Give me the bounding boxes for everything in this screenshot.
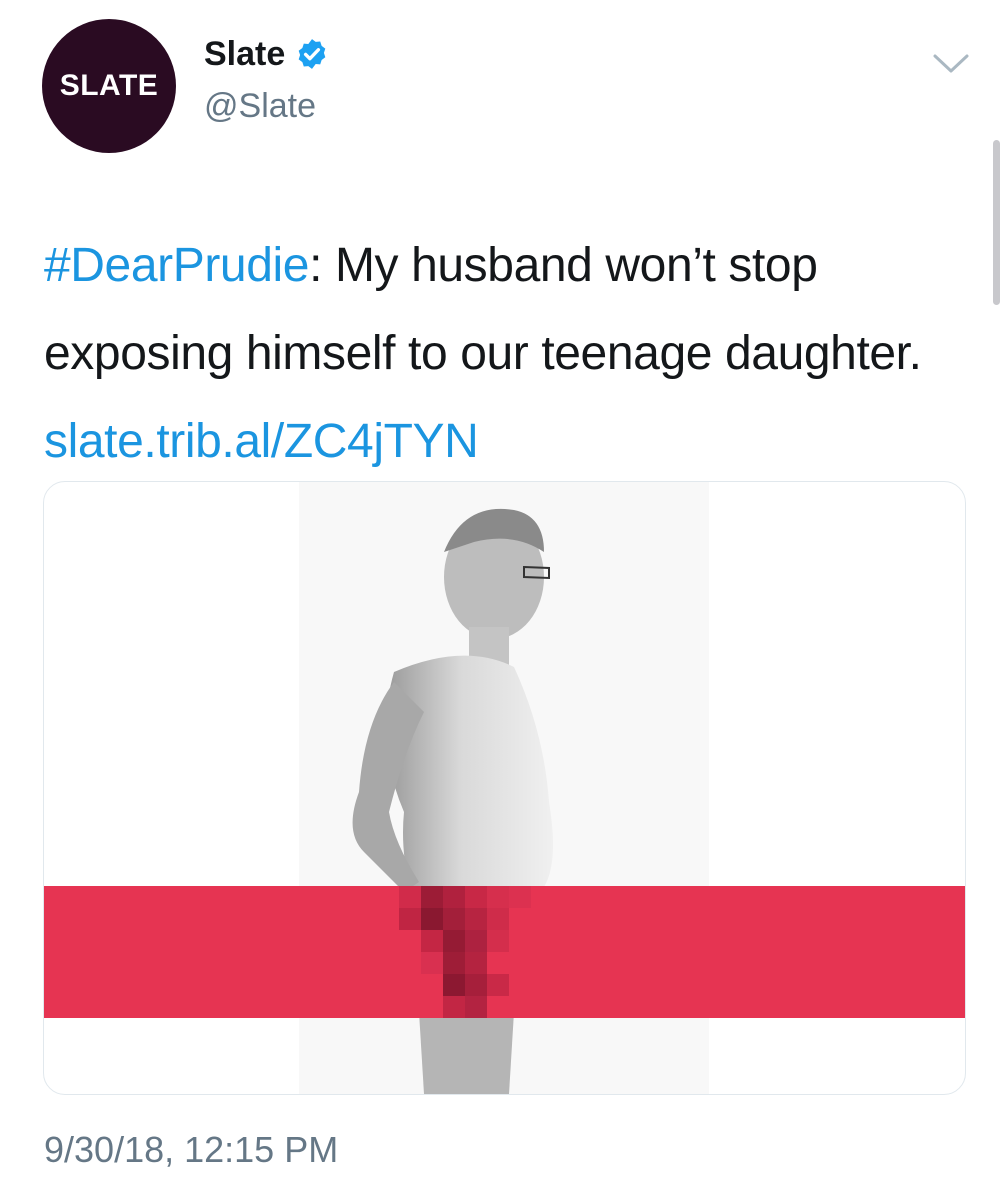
photo-illustration: [44, 482, 965, 1094]
tweet-text: #DearPrudie: My husband won’t stop expos…: [44, 222, 984, 486]
author-name-row[interactable]: Slate: [204, 34, 329, 74]
verified-badge-icon: [298, 39, 326, 69]
media-image[interactable]: [43, 481, 966, 1095]
avatar[interactable]: SLATE: [42, 19, 176, 153]
url-link[interactable]: slate.trib.al/ZC4jTYN: [44, 415, 479, 468]
scrollbar[interactable]: [993, 140, 1000, 305]
tweet-timestamp: 9/30/18, 12:15 PM: [44, 1129, 339, 1170]
display-name[interactable]: Slate: [204, 34, 285, 74]
avatar-logo-text: SLATE: [59, 69, 159, 102]
author-handle[interactable]: @Slate: [204, 86, 316, 126]
chevron-down-icon[interactable]: [932, 52, 970, 76]
hashtag-link[interactable]: #DearPrudie: [44, 239, 309, 292]
